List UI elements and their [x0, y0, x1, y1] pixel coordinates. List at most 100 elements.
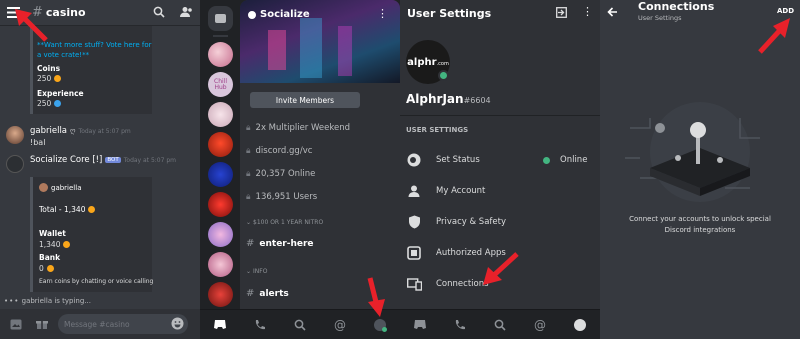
user-avatar[interactable]: alphr .com: [406, 40, 450, 84]
logout-icon[interactable]: [556, 7, 567, 18]
account-icon: [406, 183, 422, 199]
connections-illustration: [625, 102, 760, 202]
chevron-down-icon: ⌄: [246, 268, 252, 275]
avatar[interactable]: [6, 126, 24, 144]
gift-icon[interactable]: [36, 318, 48, 330]
online-status-dot: [438, 70, 449, 81]
image-icon[interactable]: [10, 319, 22, 330]
channel-alerts[interactable]: # alerts: [246, 288, 289, 299]
mention-icon[interactable]: @: [529, 314, 551, 336]
message-author[interactable]: gabriella: [30, 126, 67, 136]
red-arrow-annotation: [758, 18, 790, 54]
coin-icon: [63, 241, 71, 248]
lock-icon: 🔒︎: [246, 192, 251, 202]
my-account-item[interactable]: My Account: [406, 181, 594, 201]
guild-icon[interactable]: [208, 42, 233, 67]
stat-channel[interactable]: 🔒︎ 2x Multiplier Weekend: [246, 123, 350, 133]
lock-icon: 🔒︎: [246, 123, 251, 133]
chat-bubble-icon: [215, 14, 226, 23]
wallet-label: Wallet: [39, 229, 66, 238]
shield-icon: [406, 214, 422, 230]
red-arrow-annotation: [367, 277, 385, 317]
bot-author[interactable]: Socialize Core [!]: [30, 155, 102, 165]
emoji-icon[interactable]: [171, 317, 184, 330]
hash-icon: #: [246, 238, 255, 249]
channel-title: casino: [45, 6, 86, 19]
connections-subtitle: User Settings: [638, 14, 682, 22]
red-arrow-annotation: [15, 9, 48, 42]
invite-label: Invite Members: [275, 95, 335, 105]
guild-chill-hub[interactable]: Chill Hub: [208, 72, 233, 97]
bank-value: 0: [39, 264, 44, 273]
invite-members-button[interactable]: Invite Members: [250, 92, 360, 108]
search-icon[interactable]: [289, 314, 311, 336]
connections-panel: Connections User Settings ADD Connect yo…: [600, 0, 800, 339]
bottom-nav: @: [400, 309, 600, 339]
bot-badge: BOT: [105, 157, 121, 163]
coin-icon: [54, 75, 62, 82]
message-bot[interactable]: Socialize Core [!] BOT Today at 5:07 pm: [0, 153, 200, 173]
lock-icon: 🔒︎: [246, 169, 251, 179]
message-placeholder: Message #casino: [64, 319, 130, 329]
discord-home-icon[interactable]: [409, 314, 431, 336]
phone-icon[interactable]: [249, 314, 271, 336]
guild-icon[interactable]: [208, 162, 233, 187]
balance-total: Total - 1,340: [39, 205, 86, 214]
overflow-menu-icon[interactable]: ⋮: [582, 5, 593, 18]
guild-icon[interactable]: [208, 102, 233, 127]
server-menu-icon[interactable]: ⋮: [377, 8, 388, 19]
search-icon[interactable]: [153, 6, 165, 18]
home-button[interactable]: [208, 6, 233, 31]
message-text: !bal: [30, 138, 46, 147]
message-gabriella[interactable]: gabriella ღ Today at 5:07 pm !bal: [0, 124, 200, 152]
exp-icon: [54, 100, 62, 107]
author-badge-icon: ღ: [70, 127, 76, 135]
balance-embed: gabriella Total - 1,340 Wallet 1,340 Ban…: [30, 177, 153, 292]
guild-icon[interactable]: [208, 222, 233, 247]
bot-avatar[interactable]: [6, 155, 24, 173]
user-settings-panel: User Settings ⋮ alphr .com AlphrJan #660…: [400, 0, 600, 339]
coins-label: Coins: [37, 64, 61, 73]
add-button[interactable]: ADD: [777, 7, 794, 15]
avatar-text: alphr: [407, 56, 437, 68]
exp-label: Experience: [37, 89, 84, 98]
username: AlphrJan: [406, 92, 464, 106]
server-panel: Chill Hub Socialize ⋮ Invite Members 🔒︎ 2…: [200, 0, 400, 339]
coin-icon: [46, 265, 54, 272]
stat-channel[interactable]: 🔒︎ 136,951 Users: [246, 192, 317, 202]
mention-icon[interactable]: @: [329, 314, 351, 336]
status-value: Online: [560, 155, 588, 165]
coins-value: 250: [37, 74, 52, 83]
coins-row: 250: [37, 74, 62, 83]
online-dot: [543, 156, 550, 164]
guild-icon[interactable]: [208, 252, 233, 277]
chevron-down-icon: ⌄: [246, 219, 252, 226]
message-input[interactable]: Message #casino: [58, 314, 188, 334]
guild-icon[interactable]: [208, 132, 233, 157]
channel-enter-here[interactable]: # enter-here: [246, 238, 314, 249]
discord-home-icon[interactable]: [209, 314, 231, 336]
section-header: USER SETTINGS: [406, 126, 469, 134]
category-header[interactable]: ⌄ $100 OR 1 YEAR NITRO: [246, 219, 323, 226]
category-header[interactable]: ⌄ INFO: [246, 268, 267, 275]
search-icon[interactable]: [489, 314, 511, 336]
profile-avatar-icon[interactable]: [569, 314, 591, 336]
typing-indicator: ••• gabriella is typing...: [4, 297, 91, 305]
back-arrow-icon[interactable]: [607, 7, 618, 17]
embed-author-avatar: [39, 183, 48, 192]
guild-icon[interactable]: [208, 282, 233, 307]
embed-author: gabriella: [51, 183, 82, 192]
stat-channel[interactable]: 🔒︎ discord.gg/vc: [246, 146, 312, 156]
settings-header: User Settings ⋮: [400, 0, 600, 26]
set-status-item[interactable]: Set Status Online: [406, 150, 594, 170]
empty-state-text: Connect your accounts to unlock special …: [629, 215, 771, 234]
channel-list: Socialize ⋮ Invite Members 🔒︎ 2x Multipli…: [240, 0, 400, 312]
phone-icon[interactable]: [449, 314, 471, 336]
privacy-safety-item[interactable]: Privacy & Safety: [406, 212, 594, 232]
members-icon[interactable]: [180, 6, 193, 18]
settings-title: User Settings: [407, 6, 492, 20]
stat-channel[interactable]: 🔒︎ 20,357 Online: [246, 169, 315, 179]
message-bar: Message #casino: [0, 309, 200, 339]
server-name[interactable]: Socialize: [260, 9, 310, 20]
guild-icon[interactable]: [208, 192, 233, 217]
